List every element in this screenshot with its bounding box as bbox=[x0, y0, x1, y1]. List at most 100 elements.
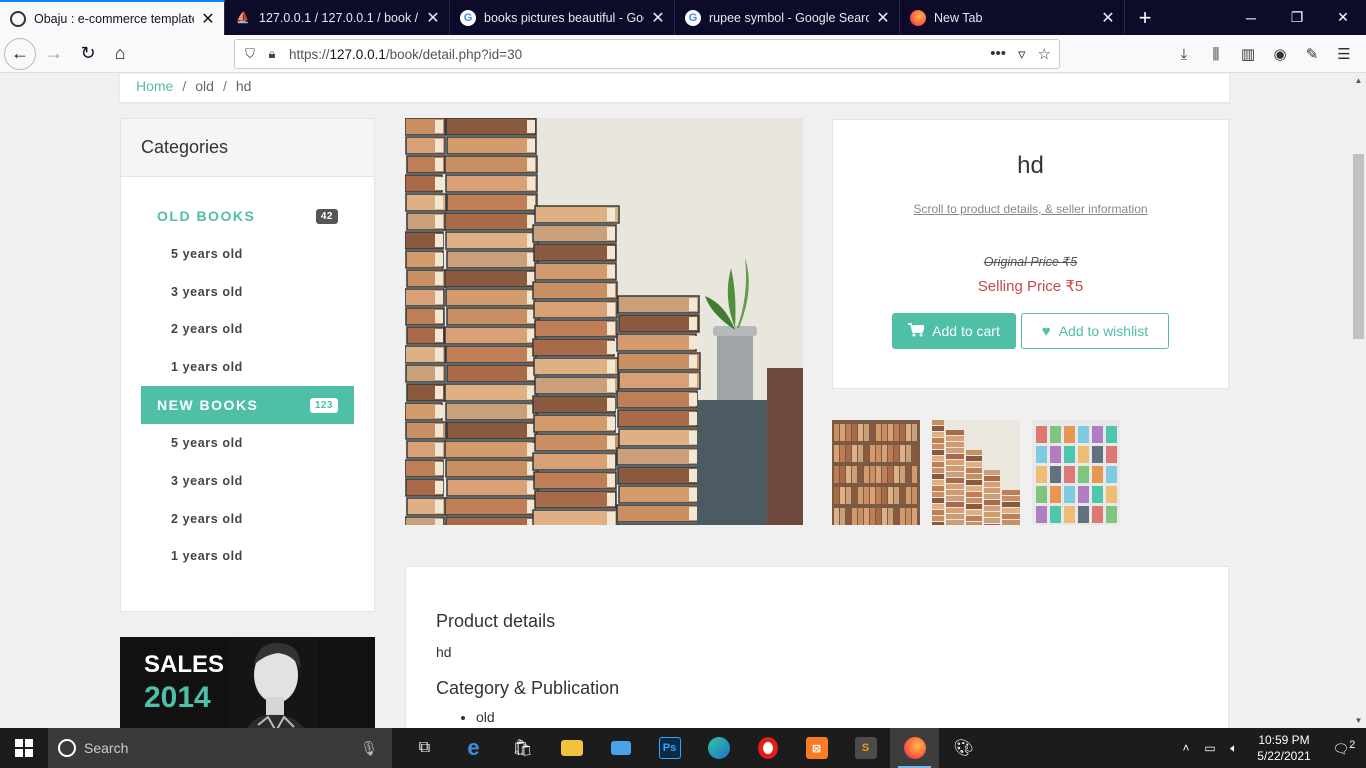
close-tab-icon[interactable]: ✕ bbox=[875, 8, 891, 28]
edge-legacy-icon[interactable]: e bbox=[449, 728, 498, 768]
sidebar-icon[interactable]: ▥ bbox=[1234, 39, 1262, 69]
tab-phpmyadmin[interactable]: ⛵ 127.0.0.1 / 127.0.0.1 / book / product… bbox=[225, 0, 450, 35]
battery-icon[interactable]: ▭ bbox=[1198, 741, 1222, 755]
system-tray: ˄ ▭ 🔈︎ 10:59 PM 5/22/2021 🗨︎2 bbox=[1174, 728, 1366, 768]
subcategory-link[interactable]: 3 years old bbox=[141, 462, 354, 500]
opera-icon[interactable] bbox=[743, 728, 792, 768]
volume-icon[interactable]: 🔈︎ bbox=[1222, 741, 1246, 756]
tab-google-books[interactable]: G books pictures beautiful - Google Sear… bbox=[450, 0, 675, 35]
new-tab-button[interactable]: + bbox=[1125, 0, 1165, 35]
back-button[interactable]: ← bbox=[4, 37, 36, 70]
category-new-books[interactable]: NEW BOOKS 123 bbox=[141, 386, 354, 425]
firefox-taskbar-icon[interactable] bbox=[890, 728, 939, 768]
microphone-icon[interactable]: 🎙︎ bbox=[360, 740, 378, 757]
account-icon[interactable]: ◉ bbox=[1266, 39, 1294, 69]
start-button[interactable] bbox=[0, 728, 48, 768]
close-tab-icon[interactable]: ✕ bbox=[650, 8, 666, 28]
breadcrumb-separator: / bbox=[222, 78, 227, 94]
reload-button[interactable]: ↻ bbox=[72, 38, 104, 70]
subcategory-link[interactable]: 2 years old bbox=[141, 311, 354, 349]
product-title: hd bbox=[1017, 152, 1044, 179]
model-portrait-image bbox=[228, 637, 318, 728]
forward-button[interactable]: → bbox=[38, 38, 70, 70]
category-publication-heading: Category & Publication bbox=[436, 678, 620, 698]
show-hidden-icons-icon[interactable]: ˄ bbox=[1174, 741, 1198, 755]
edge-icon[interactable] bbox=[694, 728, 743, 768]
toolbar-icons: ⤓ ⫼ ▥ ◉ ✎ ☰ bbox=[1170, 39, 1358, 69]
subcategory-link[interactable]: 5 years old bbox=[141, 424, 354, 462]
page-actions-icon[interactable]: ••• bbox=[990, 45, 1006, 63]
product-thumbnails bbox=[832, 420, 1120, 525]
lock-icon[interactable]: 🔒︎ bbox=[261, 46, 283, 62]
breadcrumb: Home / old / hd bbox=[120, 74, 1229, 102]
clock-time: 10:59 PM bbox=[1258, 733, 1310, 747]
minimize-icon[interactable]: ─ bbox=[1228, 0, 1274, 35]
photoshop-icon[interactable]: Ps bbox=[645, 728, 694, 768]
library-icon[interactable]: ⫼ bbox=[1202, 39, 1230, 69]
paint-icon[interactable]: 🎨︎ bbox=[939, 728, 988, 768]
add-to-wishlist-button[interactable]: ♥ Add to wishlist bbox=[1021, 313, 1169, 349]
downloads-icon[interactable]: ⤓ bbox=[1170, 39, 1198, 69]
categories-heading: Categories bbox=[121, 119, 374, 177]
sublime-text-icon[interactable]: S bbox=[841, 728, 890, 768]
close-tab-icon[interactable]: ✕ bbox=[200, 9, 216, 29]
scroll-down-icon[interactable]: ▼ bbox=[1351, 714, 1366, 728]
navigation-toolbar: ← → ↻ ⌂ ⛉ 🔒︎ https://127.0.0.1/book/deta… bbox=[0, 35, 1366, 73]
promo-title: SALES bbox=[144, 651, 225, 678]
url-text[interactable]: https://127.0.0.1/book/detail.php?id=30 bbox=[289, 47, 990, 62]
store-icon[interactable]: 🛍︎ bbox=[498, 728, 547, 768]
window-controls: ─ ❐ ✕ bbox=[1228, 0, 1366, 35]
subcategory-link[interactable]: 1 years old bbox=[141, 348, 354, 386]
close-window-icon[interactable]: ✕ bbox=[1320, 0, 1366, 35]
menu-icon[interactable]: ☰ bbox=[1330, 39, 1358, 69]
category-count-badge: 42 bbox=[315, 208, 338, 224]
subcategory-link[interactable]: 2 years old bbox=[141, 500, 354, 538]
url-host: 127.0.0.1 bbox=[329, 46, 386, 62]
product-details-section: Product details hd Category & Publicatio… bbox=[405, 566, 1229, 728]
selling-price: Selling Price ₹5 bbox=[977, 278, 1084, 295]
eyedropper-icon[interactable]: ✎ bbox=[1298, 39, 1326, 69]
promo-banner[interactable]: SALES 2014 bbox=[120, 637, 375, 728]
clock[interactable]: 10:59 PM 5/22/2021 bbox=[1246, 732, 1322, 764]
cortana-icon bbox=[58, 739, 76, 757]
thumbnail-book-covers[interactable] bbox=[1032, 420, 1120, 525]
file-explorer-icon[interactable] bbox=[547, 728, 596, 768]
subcategory-link[interactable]: 3 years old bbox=[141, 273, 354, 311]
add-to-cart-button[interactable]: Add to cart bbox=[892, 313, 1016, 349]
scroll-to-details-link[interactable]: Scroll to product details, & seller info… bbox=[833, 202, 1228, 216]
address-bar[interactable]: ⛉ 🔒︎ https://127.0.0.1/book/detail.php?i… bbox=[234, 39, 1060, 69]
list-item: old bbox=[476, 709, 1198, 725]
pocket-icon[interactable]: ▿ bbox=[1018, 45, 1026, 63]
breadcrumb-home[interactable]: Home bbox=[136, 78, 173, 94]
thumbnail-bookshelf[interactable] bbox=[832, 420, 920, 525]
breadcrumb-level1[interactable]: old bbox=[195, 78, 214, 94]
original-price: Original Price ₹5 bbox=[983, 255, 1078, 269]
notifications-icon[interactable]: 🗨︎2 bbox=[1322, 739, 1366, 757]
this-pc-icon[interactable] bbox=[596, 728, 645, 768]
scroll-up-icon[interactable]: ▲ bbox=[1351, 74, 1366, 88]
thumbnail-book-stacks[interactable] bbox=[932, 420, 1020, 525]
xampp-icon[interactable]: ⊠ bbox=[792, 728, 841, 768]
close-tab-icon[interactable]: ✕ bbox=[1100, 8, 1116, 28]
category-count-badge: 123 bbox=[309, 397, 338, 413]
tab-title: Obaju : e-commerce template bbox=[34, 11, 194, 26]
scrollbar-thumb[interactable] bbox=[1353, 154, 1364, 339]
taskbar-search-box[interactable]: Search 🎙︎ bbox=[48, 728, 392, 768]
bookmark-star-icon[interactable]: ☆ bbox=[1038, 45, 1051, 63]
clock-date: 5/22/2021 bbox=[1257, 749, 1311, 763]
google-icon: G bbox=[460, 9, 476, 26]
product-main-image[interactable] bbox=[405, 118, 803, 525]
page-scrollbar[interactable]: ▲ ▼ bbox=[1351, 74, 1366, 728]
close-tab-icon[interactable]: ✕ bbox=[425, 8, 441, 28]
tab-google-rupee[interactable]: G rupee symbol - Google Search ✕ bbox=[675, 0, 900, 35]
cart-icon bbox=[908, 322, 926, 340]
home-button[interactable]: ⌂ bbox=[104, 38, 136, 70]
task-view-icon[interactable]: ⧉ bbox=[400, 728, 449, 768]
subcategory-link[interactable]: 5 years old bbox=[141, 235, 354, 273]
subcategory-link[interactable]: 1 years old bbox=[141, 538, 354, 576]
shield-icon[interactable]: ⛉ bbox=[239, 46, 261, 62]
tab-new-tab[interactable]: New Tab ✕ bbox=[900, 0, 1125, 35]
restore-icon[interactable]: ❐ bbox=[1274, 0, 1320, 35]
tab-obaju[interactable]: Obaju : e-commerce template ✕ bbox=[0, 0, 225, 35]
category-old-books[interactable]: OLD BOOKS 42 bbox=[141, 197, 354, 235]
